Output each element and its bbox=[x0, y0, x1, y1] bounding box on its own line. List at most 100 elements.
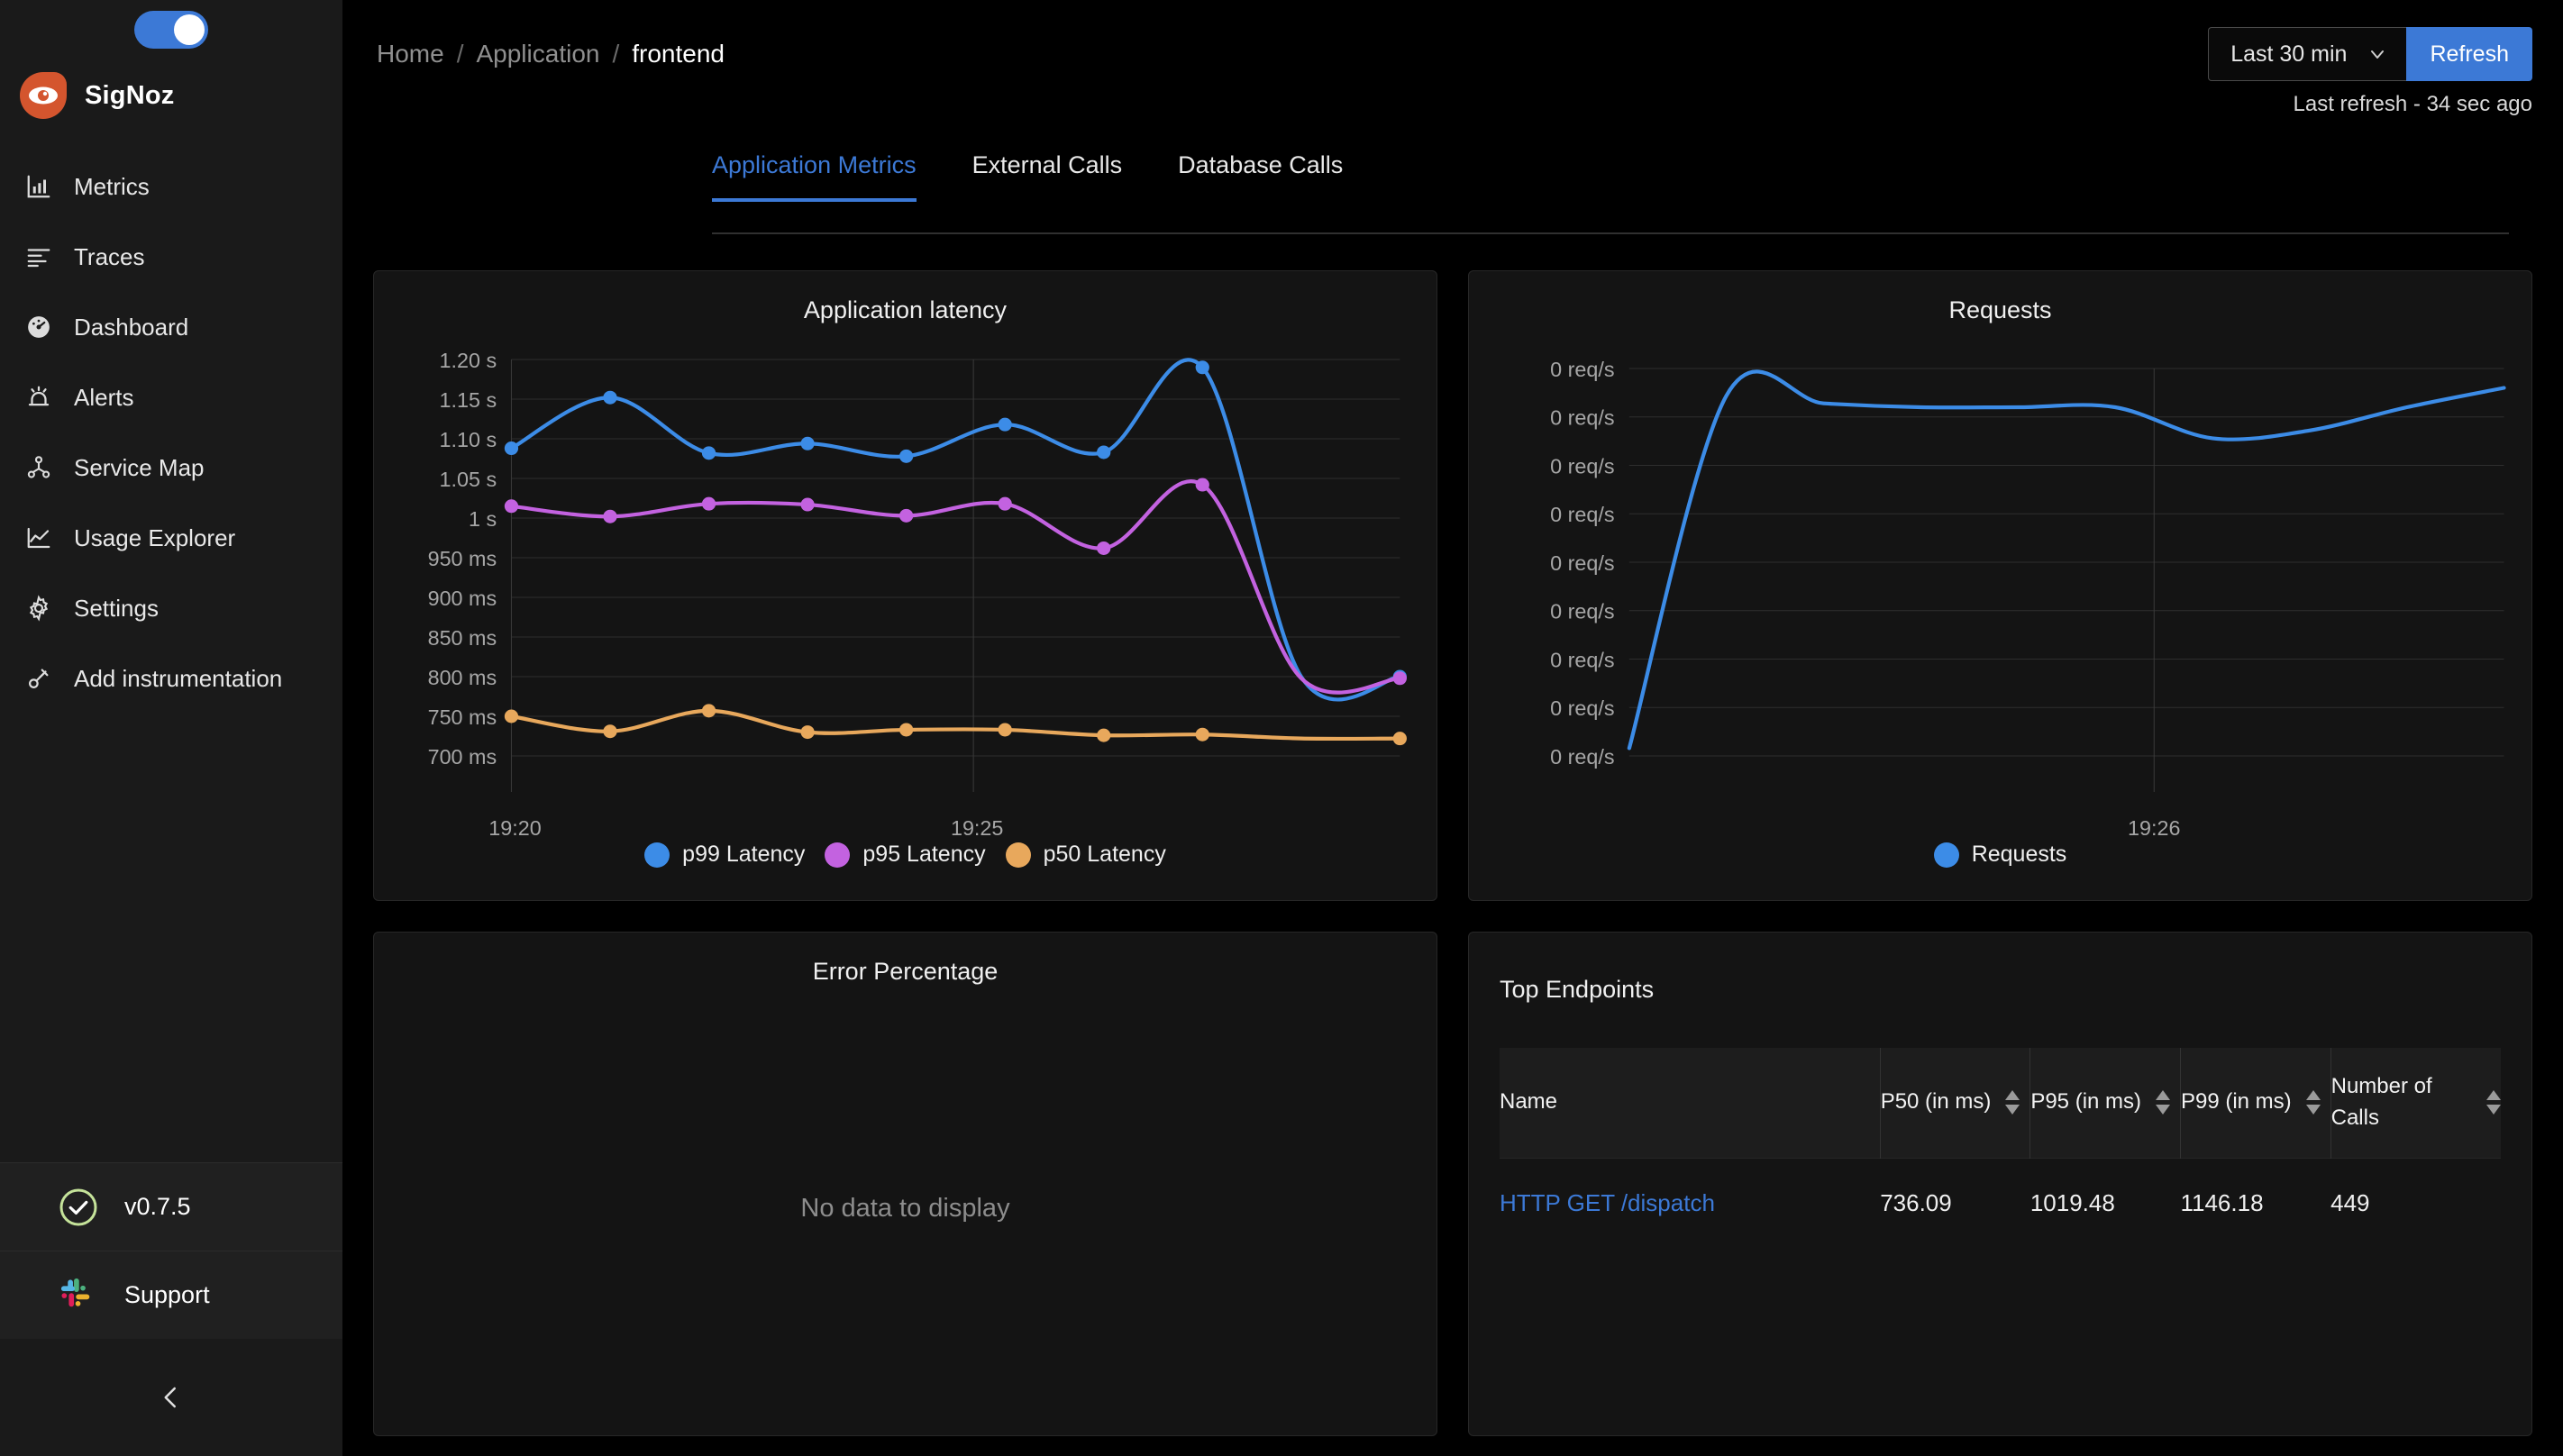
tab-external-calls[interactable]: External Calls bbox=[972, 151, 1123, 201]
breadcrumb: Home / Application / frontend bbox=[377, 27, 725, 68]
latency-y-axis-labels: 1.20 s 1.15 s 1.10 s 1.05 s 1 s 950 ms 900 ms 8… bbox=[428, 349, 497, 769]
brand-logo[interactable]: SigNoz bbox=[0, 59, 342, 132]
sidebar-nav: Metrics Traces Dashboard Alerts Service … bbox=[0, 151, 342, 1162]
breadcrumb-current: frontend bbox=[632, 40, 725, 68]
column-label: P99 (in ms) bbox=[2180, 1089, 2292, 1115]
latency-series bbox=[504, 358, 1407, 746]
panel-grid: Application latency 1.20 s 1.15 s 1.10 s 1.… bbox=[373, 270, 2532, 1436]
sidebar-item-service-map[interactable]: Service Map bbox=[0, 432, 342, 503]
cell-p99: 1146.18 bbox=[2180, 1157, 2331, 1248]
column-header-p99[interactable]: P99 (in ms) bbox=[2179, 1048, 2331, 1159]
no-data-message: No data to display bbox=[800, 1194, 1010, 1224]
refresh-button[interactable]: Refresh bbox=[2406, 27, 2532, 81]
requests-chart[interactable]: 0 req/s 0 req/s 0 req/s 0 req/s 0 req/s 0 req… bbox=[1469, 332, 2531, 900]
sidebar-item-label: Usage Explorer bbox=[74, 523, 236, 551]
column-header-number-of-calls[interactable]: Number of Calls bbox=[2330, 1048, 2501, 1159]
support-item[interactable]: Support bbox=[0, 1251, 342, 1339]
toggle-knob bbox=[174, 14, 205, 45]
y-tick-label: 0 req/s bbox=[1550, 745, 1614, 769]
breadcrumb-application[interactable]: Application bbox=[476, 40, 599, 68]
x-tick-label: 19:20 bbox=[488, 816, 541, 840]
legend-item-p99[interactable]: p99 Latency bbox=[644, 842, 805, 868]
column-header-name[interactable]: Name bbox=[1500, 1048, 1880, 1158]
table-header-row: Name P50 (in ms) P95 (in ms) P99 (in ms)… bbox=[1500, 1048, 2501, 1159]
sidebar-footer: v0.7.5 Support bbox=[0, 1162, 342, 1456]
tab-database-calls[interactable]: Database Calls bbox=[1178, 151, 1343, 201]
top-endpoints-table-wrap: Name P50 (in ms) P95 (in ms) P99 (in ms)… bbox=[1500, 1048, 2501, 1248]
breadcrumb-home[interactable]: Home bbox=[377, 40, 444, 68]
sidebar-item-usage-explorer[interactable]: Usage Explorer bbox=[0, 503, 342, 573]
sidebar-item-label: Traces bbox=[74, 242, 145, 270]
sidebar-item-dashboard[interactable]: Dashboard bbox=[0, 292, 342, 362]
panel-title: Error Percentage bbox=[812, 958, 999, 985]
y-tick-label: 750 ms bbox=[428, 705, 497, 729]
table-head: Name P50 (in ms) P95 (in ms) P99 (in ms)… bbox=[1500, 1048, 2501, 1159]
sidebar-item-label: Service Map bbox=[74, 453, 205, 481]
main-content: Home / Application / frontend Last 30 mi… bbox=[342, 0, 2563, 1456]
last-refresh-label: Last refresh - 34 sec ago bbox=[2293, 92, 2532, 116]
sidebar-item-traces[interactable]: Traces bbox=[0, 222, 342, 292]
sidebar-item-label: Alerts bbox=[74, 383, 134, 411]
column-label: Name bbox=[1500, 1089, 1558, 1115]
sidebar-item-add-instrumentation[interactable]: Add instrumentation bbox=[0, 643, 342, 714]
y-tick-label: 0 req/s bbox=[1550, 551, 1614, 575]
column-header-p50[interactable]: P50 (in ms) bbox=[1879, 1048, 2030, 1159]
time-range-value: Last 30 min bbox=[2230, 41, 2348, 67]
latency-chart[interactable]: 1.20 s 1.15 s 1.10 s 1.05 s 1 s 950 ms 900 ms 8… bbox=[374, 332, 1437, 900]
latency-x-axis-labels: 19:20 19:25 bbox=[488, 816, 1003, 840]
panel-top-endpoints: Top Endpoints Name P50 (in ms) P95 (in m… bbox=[1468, 932, 2532, 1436]
requests-legend: Requests bbox=[1469, 842, 2531, 868]
sidebar-item-alerts[interactable]: Alerts bbox=[0, 362, 342, 432]
y-tick-label: 0 req/s bbox=[1550, 455, 1614, 478]
version-item[interactable]: v0.7.5 bbox=[0, 1162, 342, 1251]
sort-arrows-icon[interactable] bbox=[2156, 1090, 2171, 1115]
latency-legend: p99 Latency p95 Latency p50 Latency bbox=[374, 842, 1437, 868]
time-range-select[interactable]: Last 30 min bbox=[2208, 27, 2407, 81]
support-label: Support bbox=[124, 1281, 210, 1308]
y-tick-label: 850 ms bbox=[428, 626, 497, 650]
cell-p50: 736.09 bbox=[1880, 1157, 2030, 1248]
requests-chart-svg: 0 req/s 0 req/s 0 req/s 0 req/s 0 req/s 0 req… bbox=[1550, 358, 2506, 840]
collapse-sidebar-button[interactable] bbox=[0, 1339, 342, 1456]
y-tick-label: 0 req/s bbox=[1550, 649, 1614, 672]
y-tick-label: 0 req/s bbox=[1550, 696, 1614, 720]
bar-chart-icon bbox=[23, 171, 54, 202]
sidebar-item-settings[interactable]: Settings bbox=[0, 573, 342, 643]
y-tick-label: 700 ms bbox=[428, 745, 497, 769]
requests-x-axis-labels: 19:26 bbox=[2128, 816, 2180, 840]
legend-item-requests[interactable]: Requests bbox=[1933, 842, 2067, 868]
legend-item-p95[interactable]: p95 Latency bbox=[825, 842, 986, 868]
y-tick-label: 1.10 s bbox=[440, 428, 497, 451]
sort-arrows-icon[interactable] bbox=[2486, 1090, 2501, 1115]
signoz-eye-icon bbox=[20, 72, 67, 119]
brand-name: SigNoz bbox=[85, 80, 175, 110]
column-label: P50 (in ms) bbox=[1880, 1089, 1992, 1115]
y-tick-label: 1 s bbox=[469, 507, 497, 531]
latency-chart-svg: 1.20 s 1.15 s 1.10 s 1.05 s 1 s 950 ms 900 ms 8… bbox=[428, 349, 1407, 840]
endpoint-link[interactable]: HTTP GET /dispatch bbox=[1500, 1189, 1715, 1216]
sort-arrows-icon[interactable] bbox=[2005, 1090, 2020, 1115]
x-tick-label: 19:26 bbox=[2128, 816, 2180, 840]
legend-label: p50 Latency bbox=[1043, 842, 1166, 867]
dark-mode-toggle[interactable] bbox=[134, 11, 208, 49]
sidebar-item-label: Add instrumentation bbox=[74, 664, 283, 692]
table-row: HTTP GET /dispatch 736.09 1019.48 1146.18 44… bbox=[1500, 1157, 2501, 1248]
gauge-icon bbox=[23, 312, 54, 342]
y-tick-label: 0 req/s bbox=[1550, 600, 1614, 623]
panel-requests: Requests 0 req/s 0 req/s 0 req/s 0 req/s 0 r… bbox=[1468, 270, 2532, 901]
y-tick-label: 0 req/s bbox=[1550, 358, 1614, 381]
sidebar-item-label: Settings bbox=[74, 594, 159, 622]
sort-arrows-icon[interactable] bbox=[2305, 1090, 2321, 1115]
panel-title: Top Endpoints bbox=[1500, 976, 1655, 1003]
sidebar-item-metrics[interactable]: Metrics bbox=[0, 151, 342, 222]
legend-item-p50[interactable]: p50 Latency bbox=[1005, 842, 1166, 868]
legend-label: Requests bbox=[1971, 842, 2067, 867]
breadcrumb-separator: / bbox=[456, 40, 464, 68]
y-tick-label: 800 ms bbox=[428, 666, 497, 689]
table-body: HTTP GET /dispatch 736.09 1019.48 1146.18 44… bbox=[1500, 1157, 2501, 1248]
legend-dot bbox=[1005, 842, 1031, 868]
theme-toggle-row bbox=[0, 0, 342, 59]
column-header-p95[interactable]: P95 (in ms) bbox=[2029, 1048, 2181, 1159]
tab-application-metrics[interactable]: Application Metrics bbox=[712, 151, 917, 202]
y-tick-label: 900 ms bbox=[428, 587, 497, 610]
